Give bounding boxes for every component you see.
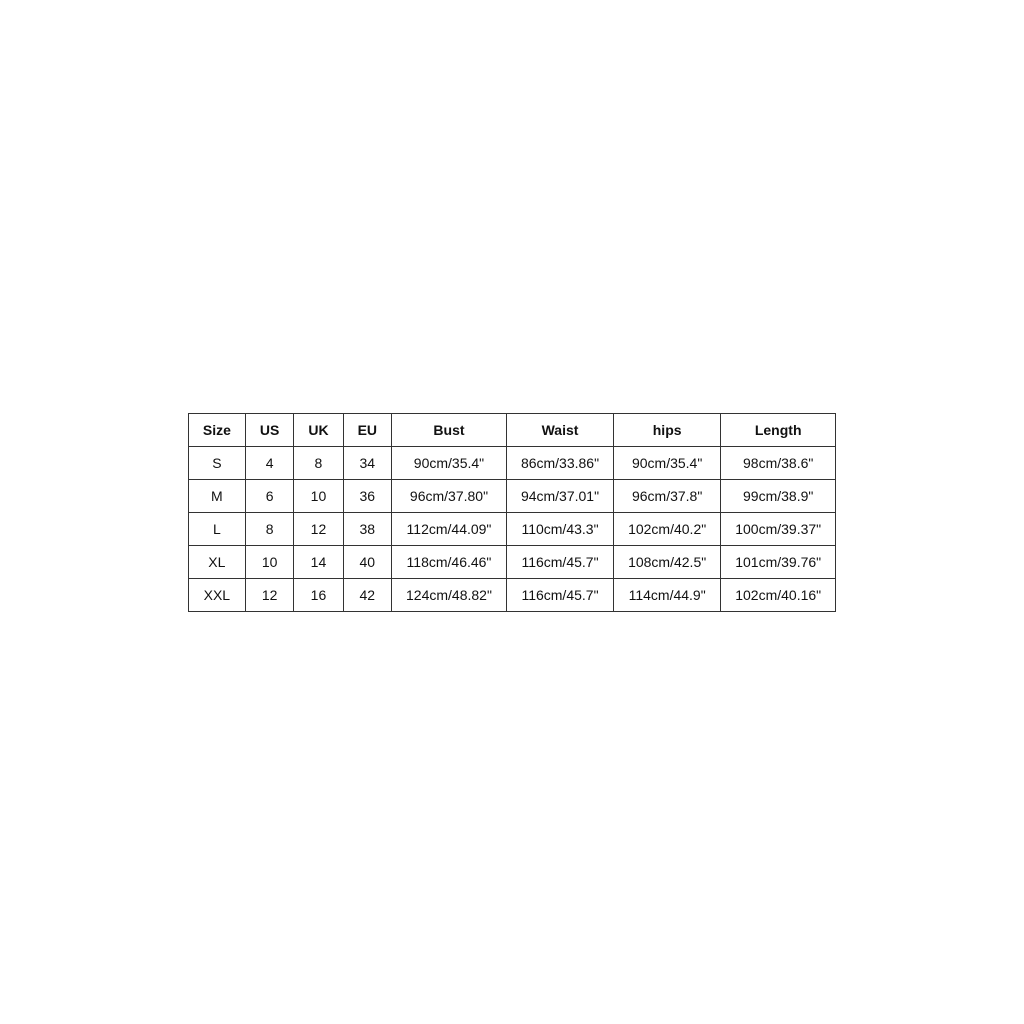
- cell-eu: 34: [343, 446, 391, 479]
- cell-hips: 114cm/44.9": [614, 578, 721, 611]
- cell-bust: 112cm/44.09": [392, 512, 507, 545]
- cell-us: 12: [245, 578, 293, 611]
- table-row: XL101440118cm/46.46"116cm/45.7"108cm/42.…: [188, 545, 835, 578]
- cell-uk: 16: [294, 578, 343, 611]
- cell-length: 99cm/38.9": [721, 479, 836, 512]
- cell-uk: 8: [294, 446, 343, 479]
- cell-size: XL: [188, 545, 245, 578]
- table-header-row: Size US UK EU Bust Waist hips Length: [188, 413, 835, 446]
- cell-size: M: [188, 479, 245, 512]
- cell-eu: 38: [343, 512, 391, 545]
- cell-waist: 116cm/45.7": [506, 578, 613, 611]
- size-chart-container: Size US UK EU Bust Waist hips Length S48…: [188, 413, 836, 612]
- col-header-waist: Waist: [506, 413, 613, 446]
- cell-size: XXL: [188, 578, 245, 611]
- cell-size: S: [188, 446, 245, 479]
- cell-length: 102cm/40.16": [721, 578, 836, 611]
- cell-bust: 90cm/35.4": [392, 446, 507, 479]
- table-row: L81238112cm/44.09"110cm/43.3"102cm/40.2"…: [188, 512, 835, 545]
- cell-waist: 94cm/37.01": [506, 479, 613, 512]
- cell-length: 98cm/38.6": [721, 446, 836, 479]
- cell-hips: 90cm/35.4": [614, 446, 721, 479]
- cell-waist: 116cm/45.7": [506, 545, 613, 578]
- cell-size: L: [188, 512, 245, 545]
- cell-hips: 96cm/37.8": [614, 479, 721, 512]
- col-header-us: US: [245, 413, 293, 446]
- cell-us: 4: [245, 446, 293, 479]
- cell-bust: 118cm/46.46": [392, 545, 507, 578]
- cell-bust: 96cm/37.80": [392, 479, 507, 512]
- col-header-length: Length: [721, 413, 836, 446]
- cell-bust: 124cm/48.82": [392, 578, 507, 611]
- cell-waist: 86cm/33.86": [506, 446, 613, 479]
- cell-waist: 110cm/43.3": [506, 512, 613, 545]
- cell-us: 8: [245, 512, 293, 545]
- cell-uk: 12: [294, 512, 343, 545]
- cell-uk: 10: [294, 479, 343, 512]
- col-header-hips: hips: [614, 413, 721, 446]
- col-header-size: Size: [188, 413, 245, 446]
- col-header-uk: UK: [294, 413, 343, 446]
- cell-eu: 42: [343, 578, 391, 611]
- cell-length: 101cm/39.76": [721, 545, 836, 578]
- cell-eu: 36: [343, 479, 391, 512]
- cell-uk: 14: [294, 545, 343, 578]
- table-row: XXL121642124cm/48.82"116cm/45.7"114cm/44…: [188, 578, 835, 611]
- cell-us: 6: [245, 479, 293, 512]
- table-row: M6103696cm/37.80"94cm/37.01"96cm/37.8"99…: [188, 479, 835, 512]
- cell-us: 10: [245, 545, 293, 578]
- cell-eu: 40: [343, 545, 391, 578]
- table-row: S483490cm/35.4"86cm/33.86"90cm/35.4"98cm…: [188, 446, 835, 479]
- col-header-bust: Bust: [392, 413, 507, 446]
- size-chart-table: Size US UK EU Bust Waist hips Length S48…: [188, 413, 836, 612]
- cell-length: 100cm/39.37": [721, 512, 836, 545]
- cell-hips: 102cm/40.2": [614, 512, 721, 545]
- col-header-eu: EU: [343, 413, 391, 446]
- cell-hips: 108cm/42.5": [614, 545, 721, 578]
